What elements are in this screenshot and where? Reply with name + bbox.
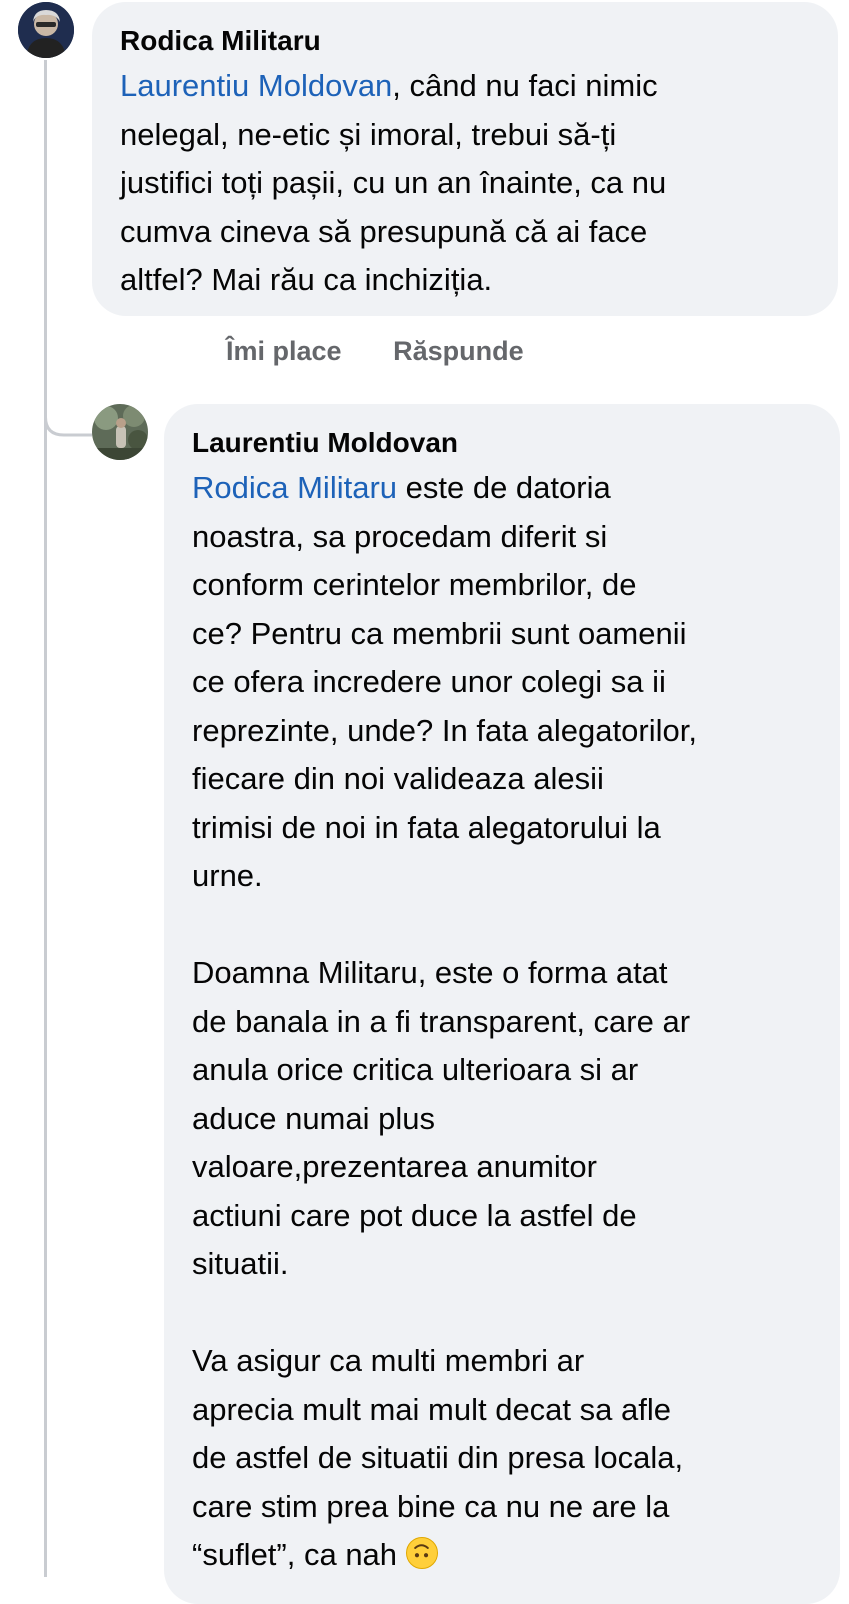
- reply-button[interactable]: Răspunde: [393, 336, 524, 367]
- comment-author[interactable]: Rodica Militaru: [120, 24, 810, 58]
- upside-down-face-emoji-icon: [405, 1537, 438, 1569]
- comment-text: Laurentiu Moldovan, când nu faci nimic n…: [120, 62, 810, 305]
- avatar[interactable]: [18, 2, 74, 58]
- thread-line: [44, 60, 47, 1577]
- avatar[interactable]: [92, 404, 148, 460]
- comment-bubble: Rodica Militaru Laurentiu Moldovan, când…: [92, 2, 838, 316]
- mention-link[interactable]: Rodica Militaru: [192, 470, 397, 505]
- reply-connector: [44, 395, 92, 437]
- like-button[interactable]: Îmi place: [226, 336, 342, 367]
- comment-actions: Îmi place Răspunde: [226, 336, 524, 367]
- comment-bubble: Laurentiu Moldovan Rodica Militaru este …: [164, 404, 840, 1604]
- comment-body: este de datoria noastra, sa procedam dif…: [192, 470, 697, 1572]
- mention-link[interactable]: Laurentiu Moldovan: [120, 68, 392, 103]
- comment-text: Rodica Militaru este de datoria noastra,…: [192, 464, 812, 1580]
- comment-author[interactable]: Laurentiu Moldovan: [192, 426, 812, 460]
